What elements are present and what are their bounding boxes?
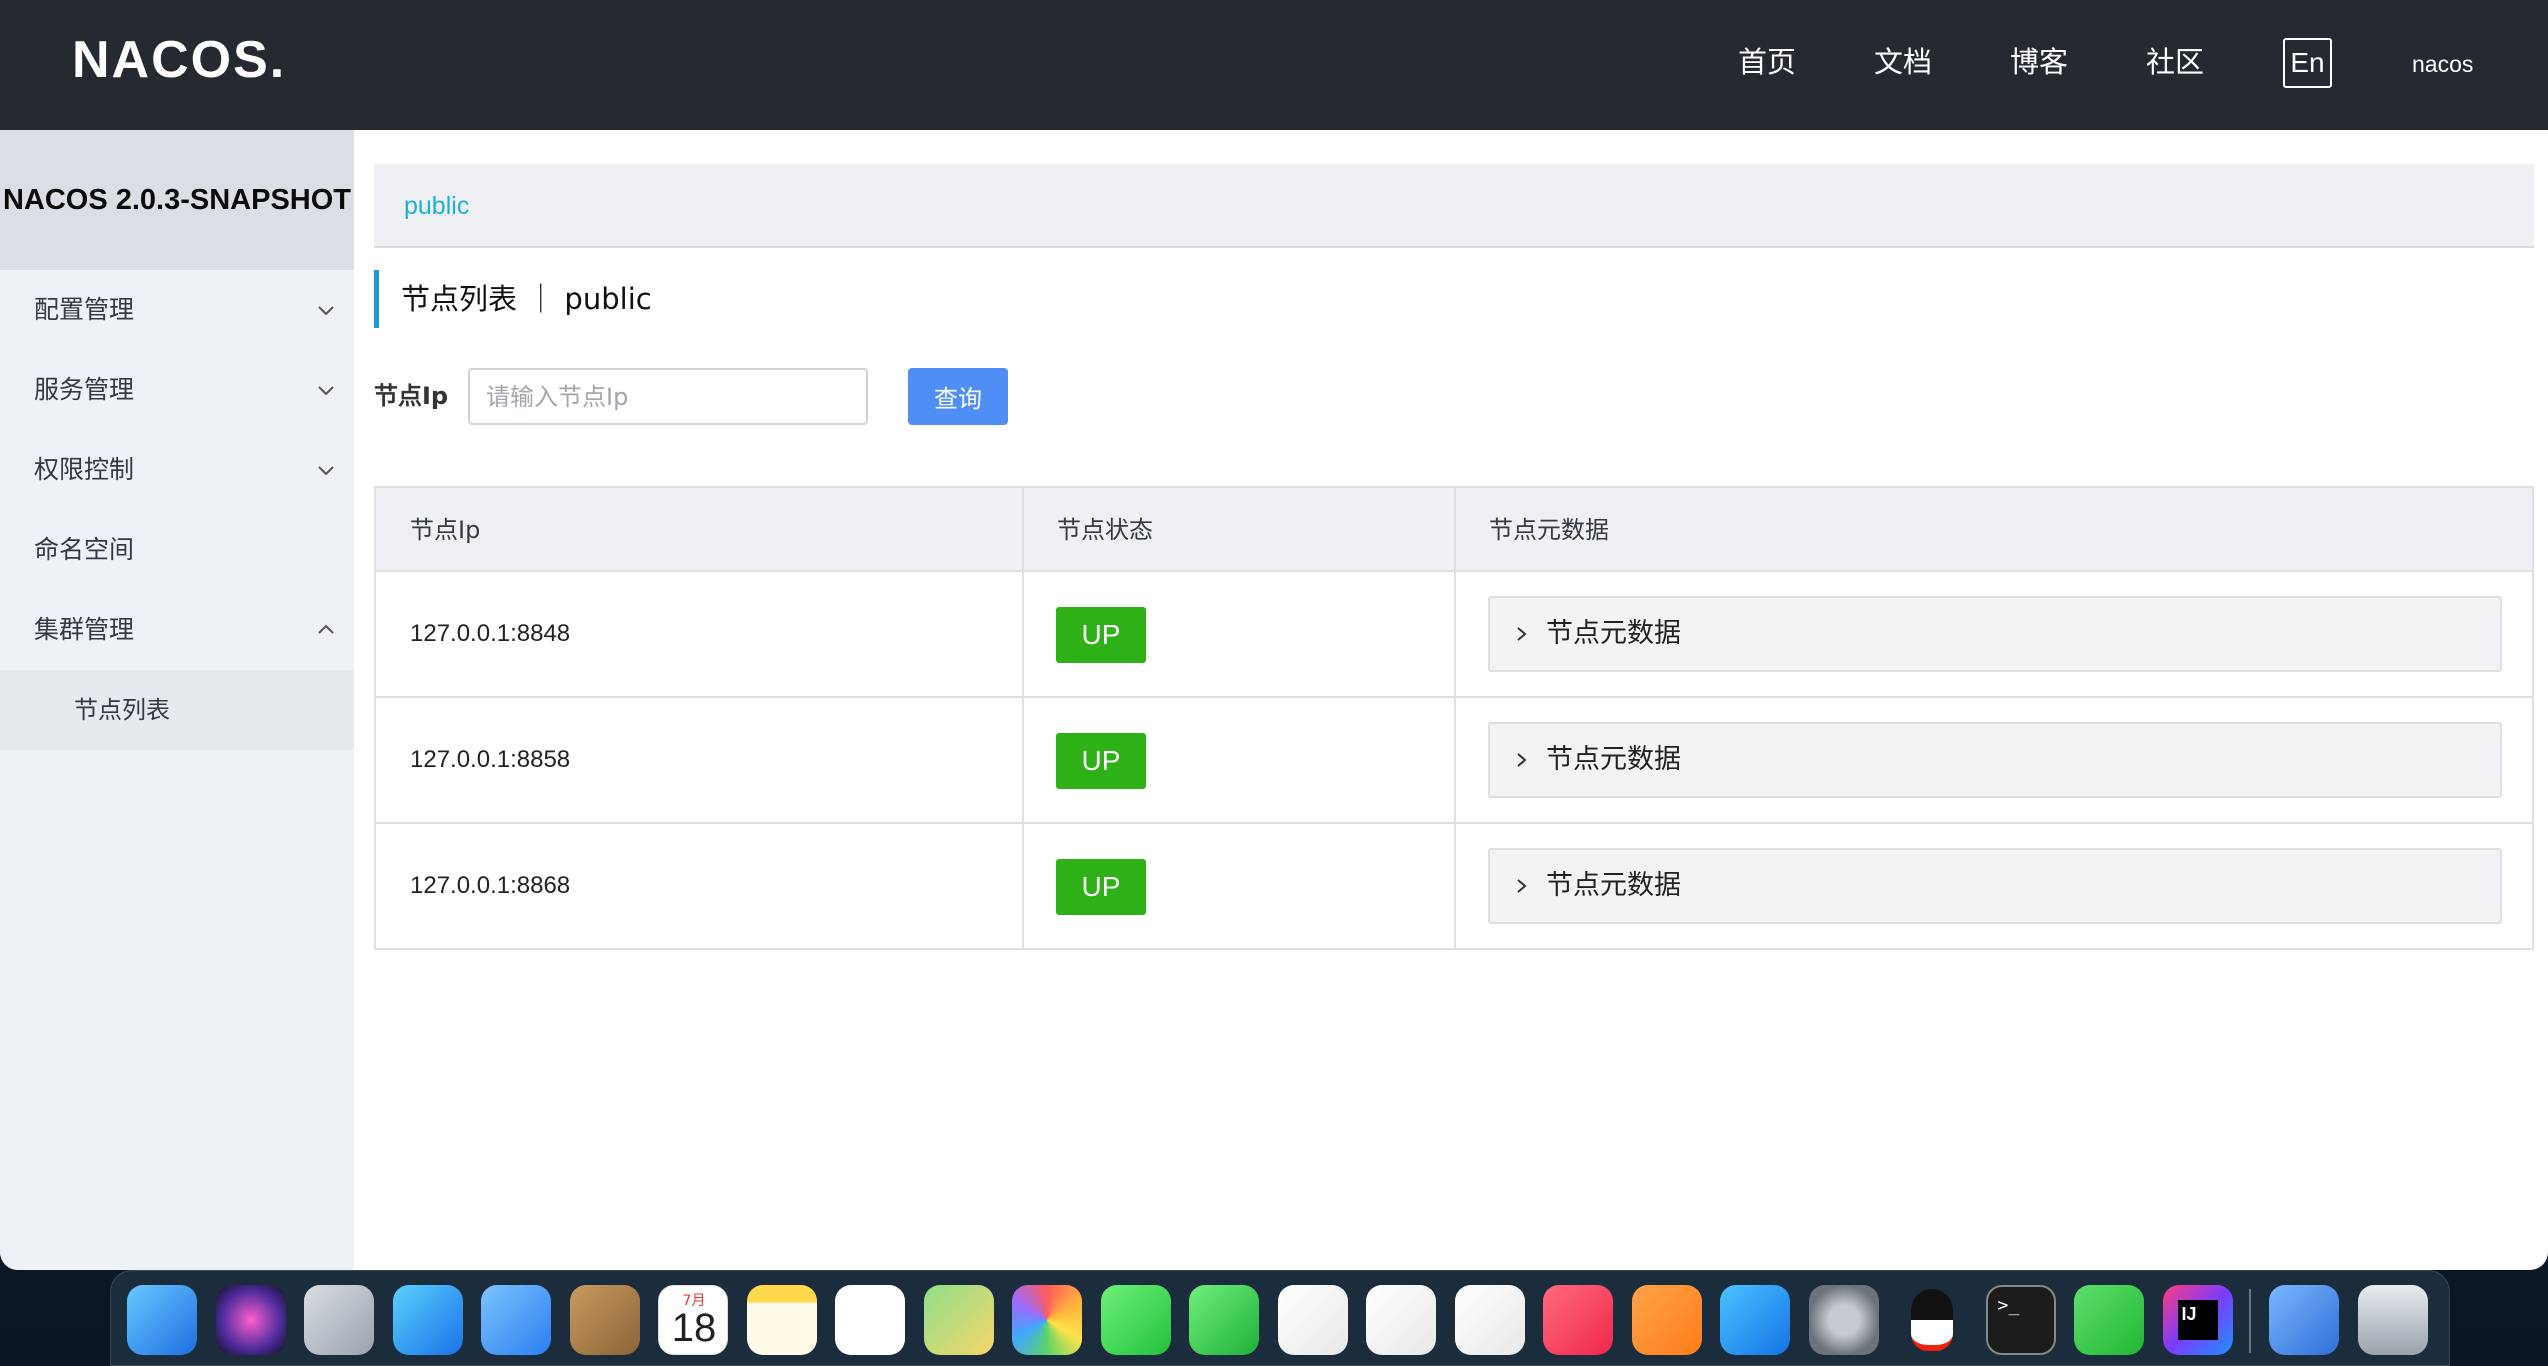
mail-icon[interactable]	[481, 1285, 551, 1355]
trash-icon[interactable]	[2357, 1285, 2428, 1355]
status-badge: UP	[1056, 733, 1146, 789]
nav-blog[interactable]: 博客	[2010, 40, 2068, 84]
metadata-collapse-panel[interactable]: 节点元数据	[1488, 722, 2502, 798]
finder-icon[interactable]	[127, 1285, 197, 1355]
column-header-node-status: 节点状态	[1057, 516, 1153, 544]
chevron-down-icon	[318, 466, 334, 476]
sidebar-item-service-management[interactable]: 服务管理	[0, 350, 354, 430]
photos-icon[interactable]	[1012, 1285, 1082, 1355]
messages-icon[interactable]	[1100, 1285, 1171, 1355]
node-ip-cell: 127.0.0.1:8868	[410, 872, 571, 899]
reminders-icon[interactable]	[835, 1285, 905, 1355]
node-ip-cell: 127.0.0.1:8848	[410, 620, 571, 647]
app-store-icon[interactable]	[1720, 1285, 1790, 1355]
status-badge: UP	[1056, 859, 1146, 915]
qq-penguin-shape	[1911, 1289, 1953, 1351]
sidebar-item-label: 配置管理	[34, 295, 135, 324]
column-divider	[1454, 488, 1456, 948]
desktop: NACOS. 首页 文档 博客 社区 En nacos NACOS 2.0.3-…	[0, 0, 2548, 1366]
keynote-icon[interactable]	[1454, 1285, 1525, 1355]
qq-icon[interactable]	[1897, 1285, 1967, 1355]
node-ip-filter-label: 节点Ip	[374, 382, 449, 410]
browser-page: NACOS. 首页 文档 博客 社区 En nacos NACOS 2.0.3-…	[0, 0, 2548, 1270]
intellij-icon[interactable]: IJ	[2162, 1285, 2233, 1355]
page-title-block: 节点列表 ｜ public	[374, 270, 652, 328]
chevron-right-icon	[1517, 753, 1527, 767]
chevron-down-icon	[318, 386, 334, 396]
metadata-panel-label: 节点元数据	[1546, 618, 1681, 649]
chevron-right-icon	[1517, 879, 1527, 893]
sidebar-item-label: 命名空间	[34, 535, 135, 564]
books-icon[interactable]	[1631, 1285, 1702, 1355]
sidebar-item-access-control[interactable]: 权限控制	[0, 430, 354, 510]
contacts-icon[interactable]	[569, 1285, 640, 1355]
nacos-logo[interactable]: NACOS.	[72, 30, 286, 90]
siri-icon[interactable]	[215, 1285, 286, 1355]
sidebar-item-namespace[interactable]: 命名空间	[0, 510, 354, 590]
chevron-down-icon	[318, 306, 334, 316]
status-badge: UP	[1056, 607, 1146, 663]
sidebar-item-label: 服务管理	[34, 375, 135, 404]
sidebar-item-cluster-management[interactable]: 集群管理	[0, 590, 354, 670]
column-divider	[1022, 488, 1024, 948]
numbers-icon[interactable]	[1366, 1285, 1436, 1355]
metadata-collapse-panel[interactable]: 节点元数据	[1488, 596, 2502, 672]
launchpad-icon[interactable]	[304, 1285, 374, 1355]
chevron-right-icon	[1517, 627, 1527, 641]
intellij-square: IJ	[2177, 1300, 2218, 1340]
terminal-icon[interactable]: >_	[1985, 1285, 2056, 1355]
metadata-panel-label: 节点元数据	[1546, 744, 1681, 775]
safari-icon[interactable]	[392, 1285, 463, 1355]
facetime-icon[interactable]	[1189, 1285, 1259, 1355]
sidebar-item-label: 权限控制	[34, 455, 135, 484]
user-name[interactable]: nacos	[2412, 46, 2473, 82]
metadata-panel-label: 节点元数据	[1546, 870, 1681, 901]
chevron-up-icon	[318, 624, 334, 634]
calendar-icon[interactable]: 7月 18	[658, 1285, 728, 1355]
nav-community[interactable]: 社区	[2146, 40, 2204, 84]
sidebar-item-label: 集群管理	[34, 615, 135, 644]
node-ip-cell: 127.0.0.1:8858	[410, 746, 571, 773]
notes-icon[interactable]	[746, 1285, 817, 1355]
namespace-link-public[interactable]: public	[404, 164, 469, 248]
column-header-node-metadata: 节点元数据	[1489, 516, 1609, 544]
top-navbar: NACOS. 首页 文档 博客 社区 En nacos	[0, 0, 2548, 130]
page-title: 节点列表 ｜ public	[401, 282, 652, 316]
macos-dock: 7月 18 >_ IJ	[110, 1270, 2450, 1366]
version-label: NACOS 2.0.3-SNAPSHOT	[0, 130, 354, 270]
sidebar: NACOS 2.0.3-SNAPSHOT 配置管理 服务管理 权限控制 命名空间…	[0, 130, 354, 1270]
wechat-icon[interactable]	[2074, 1285, 2144, 1355]
sidebar-subitem-node-list[interactable]: 节点列表	[0, 670, 354, 750]
music-icon[interactable]	[1543, 1285, 1613, 1355]
nav-docs[interactable]: 文档	[1874, 40, 1932, 84]
maps-icon[interactable]	[923, 1285, 994, 1355]
pages-icon[interactable]	[1277, 1285, 1348, 1355]
query-button[interactable]: 查询	[908, 368, 1008, 425]
terminal-prompt: >_	[1997, 1295, 2020, 1316]
node-table: 节点Ip 节点状态 节点元数据 127.0.0.1:8848 UP 节点元数据 …	[374, 486, 2534, 950]
node-ip-input[interactable]	[468, 368, 868, 425]
calendar-day: 18	[671, 1306, 717, 1350]
sidebar-item-config-management[interactable]: 配置管理	[0, 270, 354, 350]
system-preferences-icon[interactable]	[1808, 1285, 1879, 1355]
sidebar-subitem-label: 节点列表	[74, 696, 170, 724]
column-header-node-ip: 节点Ip	[410, 516, 481, 544]
metadata-collapse-panel[interactable]: 节点元数据	[1488, 848, 2502, 924]
nav-home[interactable]: 首页	[1738, 40, 1796, 84]
coffee-icon[interactable]	[2269, 1285, 2339, 1355]
namespace-bar: public	[374, 164, 2534, 248]
language-switch-button[interactable]: En	[2283, 38, 2332, 88]
dock-separator	[2249, 1289, 2251, 1353]
